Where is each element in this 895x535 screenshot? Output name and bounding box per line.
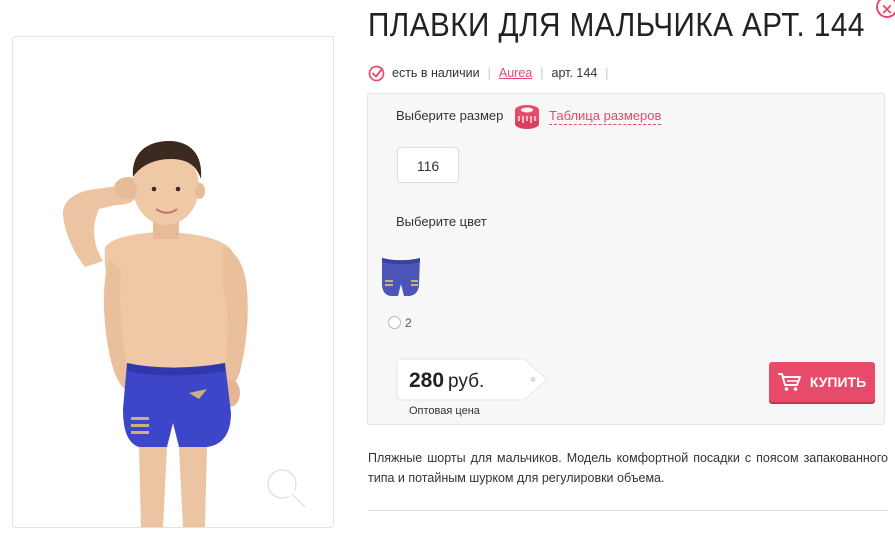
product-meta: есть в наличии | Aurea | арт. 144 | [368, 63, 617, 83]
meta-divider: | [605, 66, 609, 80]
product-description: Пляжные шорты для мальчиков. Модель комф… [368, 451, 888, 485]
price-value: 280 руб. [409, 369, 484, 393]
color-radio[interactable] [388, 316, 401, 329]
product-photo [62, 141, 248, 527]
price-currency: руб. [448, 371, 485, 392]
page-title: ПЛАВКИ ДЛЯ МАЛЬЧИКА АРТ. 144 [368, 6, 865, 43]
meta-divider: | [487, 66, 491, 80]
cart-icon [777, 373, 801, 391]
check-circle-icon [368, 65, 385, 81]
price-amount: 280 [409, 369, 445, 392]
color-swatch[interactable] [378, 250, 422, 300]
measuring-tape-icon[interactable] [513, 102, 541, 130]
magnifier-icon[interactable] [263, 465, 311, 513]
color-label: Выберите цвет [396, 214, 487, 229]
size-table-link[interactable]: Таблица размеров [549, 108, 662, 125]
price-tag: 280 руб. [396, 358, 549, 401]
divider [368, 510, 888, 511]
availability-status: есть в наличии [392, 66, 480, 80]
brand-link[interactable]: Aurea [499, 66, 532, 80]
buy-button-label: КУПИТЬ [809, 374, 867, 390]
close-icon[interactable]: × [876, 0, 895, 18]
price-note: Оптовая цена [409, 405, 480, 417]
size-label: Выберите размер [396, 108, 504, 123]
meta-divider: | [540, 66, 544, 80]
purchase-options-panel: Выберите размер Таблица размеров 116 Выб… [367, 93, 885, 425]
product-image[interactable] [12, 36, 334, 528]
article-number: арт. 144 [551, 66, 598, 80]
buy-button[interactable]: КУПИТЬ [769, 362, 875, 402]
color-number: 2 [405, 316, 412, 330]
size-option[interactable]: 116 [397, 147, 459, 183]
